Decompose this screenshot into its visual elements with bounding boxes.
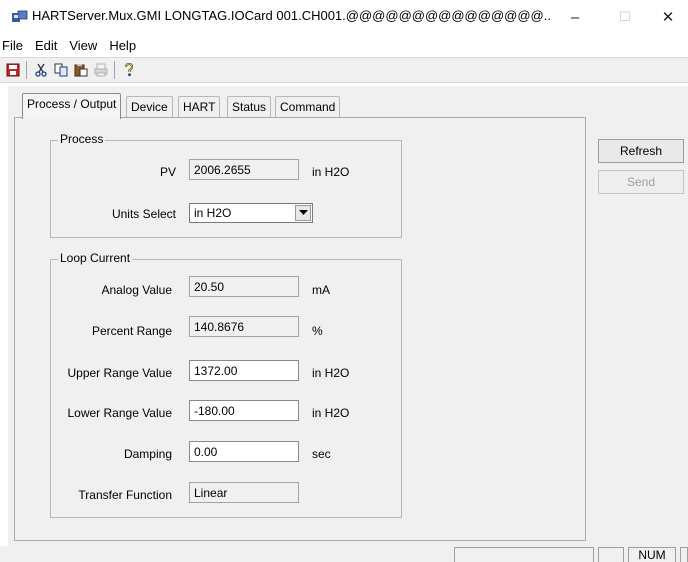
toolbar-separator bbox=[26, 61, 27, 79]
units-select-label: Units Select bbox=[111, 207, 176, 221]
tab-hart[interactable]: HART bbox=[178, 96, 221, 118]
tab-status[interactable]: Status bbox=[227, 96, 272, 118]
menu-edit[interactable]: Edit bbox=[29, 36, 63, 56]
status-pane-scroll bbox=[680, 547, 688, 562]
pv-field: 2006.2655 bbox=[189, 159, 299, 180]
menu-view[interactable]: View bbox=[63, 36, 103, 56]
process-group-title: Process bbox=[58, 132, 106, 146]
toolbar-separator bbox=[114, 61, 115, 79]
upper-range-value-unit: in H2O bbox=[312, 366, 350, 380]
window-title: HARTServer.Mux.GMI LONGTAG.IOCard 001.CH… bbox=[32, 8, 551, 23]
tab-process-output[interactable]: Process / Output bbox=[22, 93, 122, 119]
minimize-button[interactable]: – bbox=[555, 3, 595, 31]
status-pane-num: NUM bbox=[628, 547, 676, 562]
pv-unit: in H2O bbox=[312, 165, 350, 179]
damping-field[interactable]: 0.00 bbox=[189, 441, 299, 462]
tab-device[interactable]: Device bbox=[126, 96, 173, 118]
percent-range-unit: % bbox=[312, 324, 323, 338]
save-icon[interactable] bbox=[4, 61, 22, 79]
transfer-function-field: Linear bbox=[189, 482, 299, 503]
loop-current-group bbox=[50, 259, 402, 518]
title-bar: HARTServer.Mux.GMI LONGTAG.IOCard 001.CH… bbox=[0, 0, 688, 34]
damping-label: Damping bbox=[123, 447, 172, 461]
send-button[interactable]: Send bbox=[598, 170, 684, 194]
pv-label: PV bbox=[159, 165, 176, 179]
process-group bbox=[50, 140, 402, 238]
percent-range-field: 140.8676 bbox=[189, 316, 299, 337]
help-icon[interactable] bbox=[120, 61, 138, 79]
chevron-down-icon[interactable] bbox=[295, 205, 311, 221]
analog-value-unit: mA bbox=[312, 283, 330, 297]
damping-unit: sec bbox=[312, 447, 331, 461]
loop-current-group-title: Loop Current bbox=[58, 251, 133, 265]
refresh-button[interactable]: Refresh bbox=[598, 139, 684, 163]
analog-value-field: 20.50 bbox=[189, 276, 299, 297]
analog-value-label: Analog Value bbox=[101, 283, 173, 297]
units-select-value: in H2O bbox=[194, 206, 232, 220]
upper-range-value-label: Upper Range Value bbox=[67, 366, 172, 380]
cut-icon[interactable] bbox=[32, 61, 50, 79]
upper-range-value-field[interactable]: 1372.00 bbox=[189, 360, 299, 381]
menu-file[interactable]: File bbox=[0, 36, 29, 56]
lower-range-value-field[interactable]: -180.00 bbox=[189, 400, 299, 421]
menu-bar: File Edit View Help bbox=[0, 36, 142, 56]
transfer-function-label: Transfer Function bbox=[78, 488, 172, 502]
units-select-dropdown[interactable]: in H2O bbox=[189, 203, 313, 223]
close-button[interactable]: ✕ bbox=[648, 3, 688, 31]
paste-icon[interactable] bbox=[72, 61, 90, 79]
app-icon bbox=[12, 10, 28, 24]
lower-range-value-unit: in H2O bbox=[312, 406, 350, 420]
status-pane-message bbox=[454, 547, 594, 562]
status-pane-caps bbox=[598, 547, 624, 562]
print-icon[interactable] bbox=[92, 61, 110, 79]
menu-help[interactable]: Help bbox=[103, 36, 142, 56]
tab-command[interactable]: Command bbox=[275, 96, 341, 118]
maximize-button[interactable]: ☐ bbox=[605, 3, 645, 31]
copy-icon[interactable] bbox=[52, 61, 70, 79]
status-bar: NUM bbox=[0, 546, 688, 562]
lower-range-value-label: Lower Range Value bbox=[67, 406, 172, 420]
percent-range-label: Percent Range bbox=[91, 324, 172, 338]
toolbar bbox=[0, 57, 688, 83]
